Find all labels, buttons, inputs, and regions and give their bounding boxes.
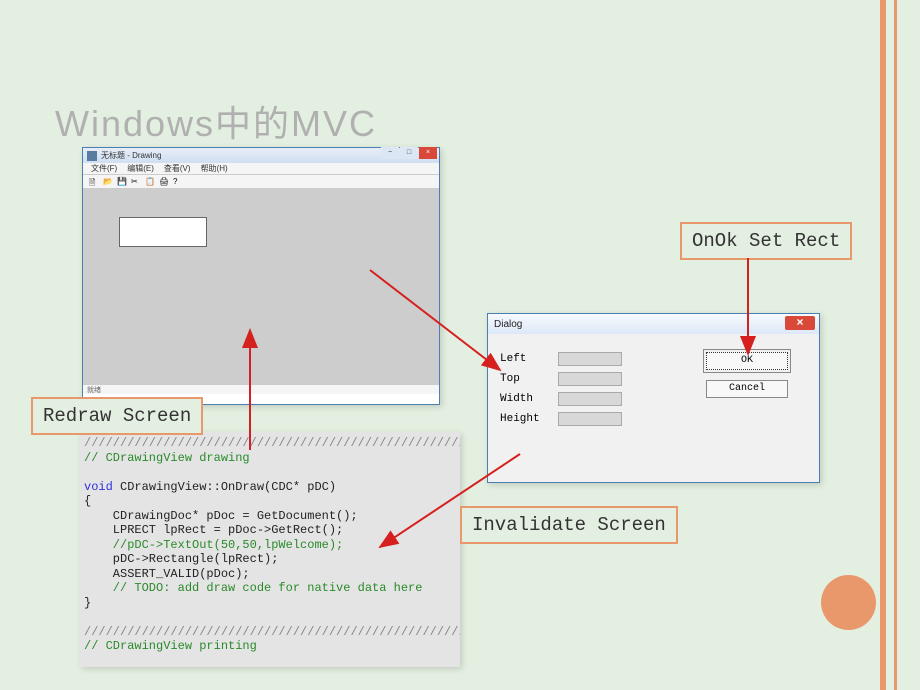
- label-height: Height: [500, 413, 552, 425]
- maximize-button[interactable]: □: [400, 147, 418, 159]
- code-line: //pDC->TextOut(50,50,lpWelcome);: [84, 538, 343, 552]
- drawing-titlebar: 无标题 - Drawing − □ ×: [83, 148, 439, 163]
- drawing-statusbar: 就绪: [83, 384, 439, 394]
- copy-icon[interactable]: 📋: [145, 177, 155, 187]
- cut-icon[interactable]: ✂: [131, 177, 141, 187]
- menu-help[interactable]: 帮助(H): [201, 163, 228, 174]
- code-line: ////////////////////////////////////////…: [84, 625, 460, 639]
- label-width: Width: [500, 393, 552, 405]
- slide-right-accent: [880, 0, 920, 690]
- new-icon[interactable]: 🗎: [89, 177, 99, 187]
- slide-title: Windows中的MVC: [55, 95, 377, 147]
- code-line: ASSERT_VALID(pDoc);: [84, 567, 250, 581]
- window-controls: − □ ×: [380, 147, 437, 159]
- dialog-close-button[interactable]: ×: [785, 316, 815, 330]
- open-icon[interactable]: 📂: [103, 177, 113, 187]
- callout-redraw: Redraw Screen: [31, 397, 203, 435]
- code-snippet: ////////////////////////////////////////…: [80, 432, 460, 667]
- input-height[interactable]: [558, 412, 622, 426]
- input-top[interactable]: [558, 372, 622, 386]
- close-button[interactable]: ×: [419, 147, 437, 159]
- field-row-height: Height: [500, 412, 807, 426]
- dialog-title-text: Dialog: [494, 319, 522, 330]
- app-icon: [87, 151, 97, 161]
- drawing-app-window: 无标题 - Drawing − □ × 文件(F) 编辑(E) 查看(V) 帮助…: [82, 147, 440, 405]
- code-line: // CDrawingView drawing: [84, 451, 250, 465]
- cancel-button[interactable]: Cancel: [706, 380, 788, 398]
- slide-circle-decor: [821, 575, 876, 630]
- code-line: // TODO: add draw code for native data h…: [84, 581, 422, 595]
- code-line: // CDrawingView printing: [84, 639, 257, 653]
- drawing-client-area: [83, 189, 439, 384]
- drawn-rectangle: [119, 217, 207, 247]
- menu-file[interactable]: 文件(F): [91, 163, 117, 174]
- dialog-window: Dialog × Left Top Width Height OK Cancel: [487, 313, 820, 483]
- code-line: CDrawingView::OnDraw(CDC* pDC): [113, 480, 336, 494]
- save-icon[interactable]: 💾: [117, 177, 127, 187]
- code-line: {: [84, 494, 91, 508]
- drawing-toolbar: 🗎 📂 💾 ✂ 📋 🖨 ?: [83, 175, 439, 189]
- code-line: ////////////////////////////////////////…: [84, 436, 460, 450]
- dialog-body: Left Top Width Height OK Cancel: [488, 334, 819, 450]
- callout-onok: OnOk Set Rect: [680, 222, 852, 260]
- help-icon[interactable]: ?: [173, 177, 183, 187]
- drawing-menubar: 文件(F) 编辑(E) 查看(V) 帮助(H): [83, 163, 439, 175]
- menu-view[interactable]: 查看(V): [164, 163, 191, 174]
- code-line: LPRECT lpRect = pDoc->GetRect();: [84, 523, 343, 537]
- ok-button[interactable]: OK: [706, 352, 788, 370]
- input-left[interactable]: [558, 352, 622, 366]
- drawing-title-text: 无标题 - Drawing: [101, 150, 161, 161]
- label-top: Top: [500, 373, 552, 385]
- code-line: }: [84, 596, 91, 610]
- print-icon[interactable]: 🖨: [159, 177, 169, 187]
- code-keyword: void: [84, 480, 113, 494]
- minimize-button[interactable]: −: [381, 147, 399, 159]
- dialog-buttons: OK Cancel: [706, 352, 788, 398]
- code-line: pDC->Rectangle(lpRect);: [84, 552, 278, 566]
- label-left: Left: [500, 353, 552, 365]
- menu-edit[interactable]: 编辑(E): [127, 163, 154, 174]
- input-width[interactable]: [558, 392, 622, 406]
- code-line: CDrawingDoc* pDoc = GetDocument();: [84, 509, 358, 523]
- dialog-titlebar: Dialog ×: [488, 314, 819, 334]
- callout-invalidate: Invalidate Screen: [460, 506, 678, 544]
